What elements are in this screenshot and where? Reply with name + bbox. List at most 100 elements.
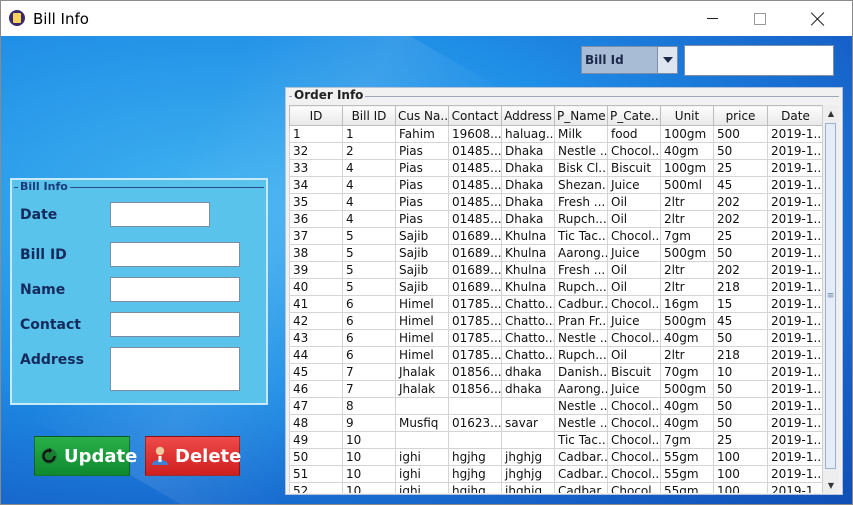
table-cell[interactable]: Dhaka <box>501 210 555 228</box>
table-cell[interactable]: 2019-1... <box>767 397 824 415</box>
table-cell[interactable]: ighi <box>395 482 449 493</box>
column-header-product-category[interactable]: P_Cate... <box>607 105 661 126</box>
table-cell[interactable]: Musfiq <box>395 414 449 432</box>
table-cell[interactable]: 46 <box>289 380 343 398</box>
table-cell[interactable]: Chatto... <box>501 295 555 313</box>
table-cell[interactable]: 40gm <box>660 414 714 432</box>
table-cell[interactable]: 6 <box>342 346 396 364</box>
address-field[interactable] <box>110 347 240 391</box>
table-cell[interactable]: jhghjg <box>501 448 555 466</box>
table-cell[interactable]: 50 <box>713 414 768 432</box>
table-cell[interactable]: Juice <box>607 176 661 194</box>
table-cell[interactable]: 01485... <box>448 176 502 194</box>
table-cell[interactable]: Biscuit <box>607 159 661 177</box>
table-cell[interactable]: Juice <box>607 380 661 398</box>
table-cell[interactable]: 10 <box>342 465 396 483</box>
table-row[interactable]: 35 4 Pias 01485... Dhaka Fresh ... Oil 2ltr 202 2… <box>289 193 824 211</box>
table-cell[interactable]: 2019-1... <box>767 329 824 347</box>
table-row[interactable]: 46 7 Jhalak 01856... dhaka Aarong... Juice 500g… <box>289 380 824 398</box>
table-cell[interactable]: 2ltr <box>660 261 714 279</box>
table-cell[interactable]: 38 <box>289 244 343 262</box>
table-cell[interactable]: Nestle ... <box>554 329 608 347</box>
table-row[interactable]: 48 9 Musfiq 01623... savar Nestle ... Chocol..… <box>289 414 824 432</box>
table-cell[interactable]: 15 <box>713 295 768 313</box>
table-cell[interactable]: 50 <box>713 244 768 262</box>
table-cell[interactable]: 202 <box>713 261 768 279</box>
table-cell[interactable]: dhaka <box>501 380 555 398</box>
table-cell[interactable]: 500gm <box>660 380 714 398</box>
table-cell[interactable]: 70gm <box>660 363 714 381</box>
table-cell[interactable] <box>501 431 555 449</box>
table-cell[interactable]: Khulna <box>501 244 555 262</box>
table-cell[interactable]: Tic Tac... <box>554 227 608 245</box>
table-row[interactable]: 38 5 Sajib 01689... Khulna Aarong... Juice 500g… <box>289 244 824 262</box>
delete-button[interactable]: Delete <box>145 436 241 476</box>
table-cell[interactable]: 55gm <box>660 448 714 466</box>
table-cell[interactable]: 45 <box>713 176 768 194</box>
table-cell[interactable]: 2ltr <box>660 278 714 296</box>
table-cell[interactable]: 16gm <box>660 295 714 313</box>
table-cell[interactable]: 202 <box>713 193 768 211</box>
table-cell[interactable]: 2019-1... <box>767 210 824 228</box>
table-cell[interactable]: 100gm <box>660 159 714 177</box>
search-field-select[interactable]: Bill Id <box>581 46 678 74</box>
column-header-price[interactable]: price <box>713 105 768 126</box>
table-cell[interactable]: 41 <box>289 295 343 313</box>
table-cell[interactable]: 37 <box>289 227 343 245</box>
column-header-customer-name[interactable]: Cus Na... <box>395 105 449 126</box>
table-cell[interactable]: 2019-1... <box>767 363 824 381</box>
table-cell[interactable]: Juice <box>607 244 661 262</box>
table-cell[interactable]: 40gm <box>660 142 714 160</box>
table-cell[interactable]: Fahim <box>395 125 449 143</box>
table-cell[interactable]: Milk <box>554 125 608 143</box>
table-cell[interactable]: Aarong... <box>554 380 608 398</box>
table-cell[interactable]: Himel <box>395 346 449 364</box>
table-cell[interactable]: Sajib <box>395 227 449 245</box>
table-cell[interactable]: 01485... <box>448 142 502 160</box>
table-cell[interactable]: Himel <box>395 295 449 313</box>
table-cell[interactable]: 51 <box>289 465 343 483</box>
table-row[interactable]: 1 1 Fahim 19608... haluag... Milk food 100gm 500… <box>289 125 824 143</box>
table-cell[interactable]: Sajib <box>395 261 449 279</box>
table-cell[interactable]: 33 <box>289 159 343 177</box>
table-cell[interactable]: 55gm <box>660 482 714 493</box>
table-row[interactable]: 344Pias01485...DhakaShezan...Juice500ml4… <box>289 176 824 194</box>
table-cell[interactable]: 10 <box>342 448 396 466</box>
table-cell[interactable]: 42 <box>289 312 343 330</box>
table-cell[interactable]: 4 <box>342 210 396 228</box>
table-cell[interactable]: 10 <box>342 482 396 493</box>
table-cell[interactable]: Pias <box>395 159 449 177</box>
table-cell[interactable]: Rupch... <box>554 210 608 228</box>
table-cell[interactable]: Dhaka <box>501 193 555 211</box>
table-cell[interactable]: Cadbar... <box>554 465 608 483</box>
table-cell[interactable]: Dhaka <box>501 159 555 177</box>
table-cell[interactable]: 52 <box>289 482 343 493</box>
search-input[interactable] <box>684 45 834 76</box>
table-cell[interactable]: 2019-1... <box>767 227 824 245</box>
table-cell[interactable]: 01785... <box>448 346 502 364</box>
table-cell[interactable]: Nestle ... <box>554 142 608 160</box>
table-row[interactable]: 51 10 ighi hgjhg jhghjg Cadbar... Chocol... 55g… <box>289 465 824 483</box>
table-cell[interactable]: Juice <box>607 312 661 330</box>
table-cell[interactable]: Dhaka <box>501 176 555 194</box>
table-cell[interactable]: 2019-1... <box>767 482 824 493</box>
table-cell[interactable]: 4 <box>342 193 396 211</box>
table-cell[interactable]: 50 <box>713 380 768 398</box>
table-cell[interactable]: 01485... <box>448 159 502 177</box>
table-cell[interactable]: Jhalak <box>395 380 449 398</box>
table-row[interactable]: 49 10 Tic Tac... Chocol... 7gm 25 2019-1... <box>289 431 824 449</box>
table-cell[interactable]: Chocol... <box>607 295 661 313</box>
table-cell[interactable]: 10 <box>342 431 396 449</box>
table-cell[interactable]: 5 <box>342 278 396 296</box>
table-cell[interactable]: Chocol... <box>607 465 661 483</box>
table-cell[interactable]: Oil <box>607 278 661 296</box>
table-cell[interactable]: Oil <box>607 261 661 279</box>
table-cell[interactable]: 2019-1... <box>767 295 824 313</box>
table-cell[interactable]: 500gm <box>660 312 714 330</box>
table-cell[interactable]: Himel <box>395 329 449 347</box>
table-cell[interactable]: 49 <box>289 431 343 449</box>
column-header-contact[interactable]: Contact <box>448 105 502 126</box>
table-cell[interactable]: Jhalak <box>395 363 449 381</box>
table-row[interactable]: 42 6 Himel 01785... Chatto... Pran Fr... Juice… <box>289 312 824 330</box>
table-cell[interactable]: Cadbar... <box>554 482 608 493</box>
